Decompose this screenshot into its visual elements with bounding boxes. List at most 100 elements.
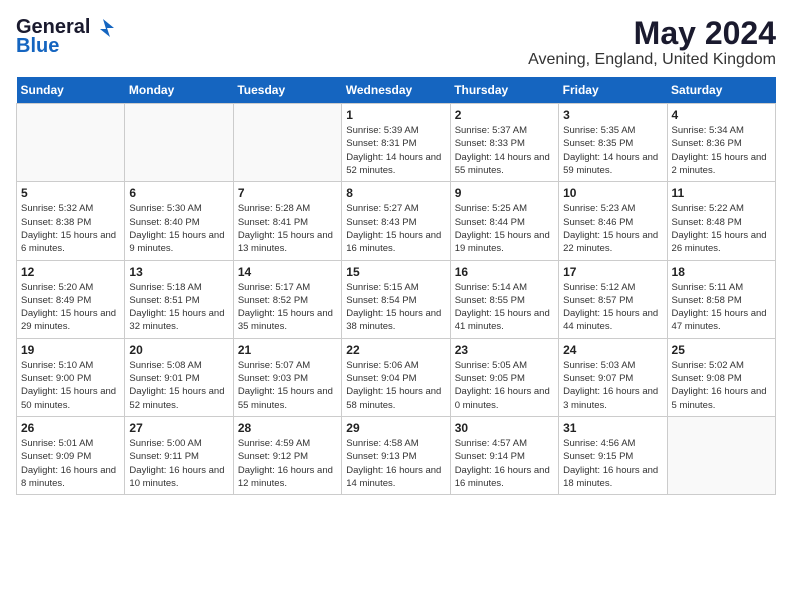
day-info: Sunrise: 5:23 AM Sunset: 8:46 PM Dayligh… [563,202,662,255]
day-number: 26 [21,421,120,435]
day-number: 25 [672,343,771,357]
day-of-week-header: Thursday [450,77,558,104]
calendar-day-cell: 15Sunrise: 5:15 AM Sunset: 8:54 PM Dayli… [342,260,450,338]
title-block: May 2024 Avening, England, United Kingdo… [528,16,776,69]
day-info: Sunrise: 4:59 AM Sunset: 9:12 PM Dayligh… [238,437,337,490]
calendar-day-cell: 27 Sunrise: 5:00 AM Sunset: 9:11 PM Dayli… [125,416,233,494]
calendar-day-cell [125,104,233,182]
day-info: Sunrise: 5:08 AM Sunset: 9:01 PM Dayligh… [129,359,228,412]
day-number: 6 [129,186,228,200]
day-of-week-header: Wednesday [342,77,450,104]
day-of-week-header: Tuesday [233,77,341,104]
calendar-day-cell: 22 Sunrise: 5:06 AM Sunset: 9:04 PM Dayli… [342,338,450,416]
day-info: Sunrise: 5:17 AM Sunset: 8:52 PM Dayligh… [238,281,337,334]
day-number: 18 [672,265,771,279]
calendar-day-cell: 9Sunrise: 5:25 AM Sunset: 8:44 PM Daylig… [450,182,558,260]
calendar-day-cell: 2Sunrise: 5:37 AM Sunset: 8:33 PM Daylig… [450,104,558,182]
day-info: Sunrise: 5:30 AM Sunset: 8:40 PM Dayligh… [129,202,228,255]
calendar-day-cell: 8 Sunrise: 5:27 AM Sunset: 8:43 PM Daylig… [342,182,450,260]
calendar-day-cell: 31Sunrise: 4:56 AM Sunset: 9:15 PM Dayli… [559,416,667,494]
day-number: 5 [21,186,120,200]
day-info: Sunrise: 5:35 AM Sunset: 8:35 PM Dayligh… [563,124,662,177]
day-number: 9 [455,186,554,200]
day-number: 23 [455,343,554,357]
calendar-day-cell: 20 Sunrise: 5:08 AM Sunset: 9:01 PM Dayli… [125,338,233,416]
day-info: Sunrise: 5:39 AM Sunset: 8:31 PM Dayligh… [346,124,445,177]
calendar-day-cell [17,104,125,182]
calendar-day-cell [233,104,341,182]
day-info: Sunrise: 4:58 AM Sunset: 9:13 PM Dayligh… [346,437,445,490]
calendar-week-row: 1 Sunrise: 5:39 AM Sunset: 8:31 PM Daylig… [17,104,776,182]
calendar-day-cell: 4 Sunrise: 5:34 AM Sunset: 8:36 PM Daylig… [667,104,775,182]
day-info: Sunrise: 5:02 AM Sunset: 9:08 PM Dayligh… [672,359,771,412]
day-info: Sunrise: 5:01 AM Sunset: 9:09 PM Dayligh… [21,437,120,490]
logo: General Blue [16,16,114,58]
calendar-day-cell [667,416,775,494]
calendar-day-cell: 24 Sunrise: 5:03 AM Sunset: 9:07 PM Dayli… [559,338,667,416]
day-info: Sunrise: 4:57 AM Sunset: 9:14 PM Dayligh… [455,437,554,490]
calendar-day-cell: 10 Sunrise: 5:23 AM Sunset: 8:46 PM Dayli… [559,182,667,260]
day-info: Sunrise: 5:03 AM Sunset: 9:07 PM Dayligh… [563,359,662,412]
day-info: Sunrise: 5:28 AM Sunset: 8:41 PM Dayligh… [238,202,337,255]
location-subtitle: Avening, England, United Kingdom [528,51,776,69]
day-number: 16 [455,265,554,279]
day-of-week-header: Monday [125,77,233,104]
calendar-day-cell: 6 Sunrise: 5:30 AM Sunset: 8:40 PM Daylig… [125,182,233,260]
calendar-table: SundayMondayTuesdayWednesdayThursdayFrid… [16,77,776,495]
day-number: 27 [129,421,228,435]
calendar-day-cell: 28 Sunrise: 4:59 AM Sunset: 9:12 PM Dayli… [233,416,341,494]
day-info: Sunrise: 5:05 AM Sunset: 9:05 PM Dayligh… [455,359,554,412]
logo-bird-icon [92,17,114,39]
calendar-week-row: 5 Sunrise: 5:32 AM Sunset: 8:38 PM Daylig… [17,182,776,260]
day-number: 22 [346,343,445,357]
day-info: Sunrise: 5:20 AM Sunset: 8:49 PM Dayligh… [21,281,120,334]
day-info: Sunrise: 5:06 AM Sunset: 9:04 PM Dayligh… [346,359,445,412]
day-number: 19 [21,343,120,357]
day-number: 21 [238,343,337,357]
calendar-week-row: 26 Sunrise: 5:01 AM Sunset: 9:09 PM Dayli… [17,416,776,494]
calendar-day-cell: 26 Sunrise: 5:01 AM Sunset: 9:09 PM Dayli… [17,416,125,494]
calendar-day-cell: 11Sunrise: 5:22 AM Sunset: 8:48 PM Dayli… [667,182,775,260]
day-number: 29 [346,421,445,435]
day-info: Sunrise: 5:32 AM Sunset: 8:38 PM Dayligh… [21,202,120,255]
day-number: 13 [129,265,228,279]
calendar-day-cell: 25 Sunrise: 5:02 AM Sunset: 9:08 PM Dayli… [667,338,775,416]
day-info: Sunrise: 5:10 AM Sunset: 9:00 PM Dayligh… [21,359,120,412]
day-info: Sunrise: 5:18 AM Sunset: 8:51 PM Dayligh… [129,281,228,334]
calendar-day-cell: 7 Sunrise: 5:28 AM Sunset: 8:41 PM Daylig… [233,182,341,260]
calendar-day-cell: 18 Sunrise: 5:11 AM Sunset: 8:58 PM Dayli… [667,260,775,338]
day-info: Sunrise: 5:27 AM Sunset: 8:43 PM Dayligh… [346,202,445,255]
day-number: 30 [455,421,554,435]
day-number: 4 [672,108,771,122]
calendar-day-cell: 1 Sunrise: 5:39 AM Sunset: 8:31 PM Daylig… [342,104,450,182]
day-number: 28 [238,421,337,435]
calendar-day-cell: 13 Sunrise: 5:18 AM Sunset: 8:51 PM Dayli… [125,260,233,338]
calendar-day-cell: 14Sunrise: 5:17 AM Sunset: 8:52 PM Dayli… [233,260,341,338]
calendar-day-cell: 29 Sunrise: 4:58 AM Sunset: 9:13 PM Dayli… [342,416,450,494]
day-info: Sunrise: 5:11 AM Sunset: 8:58 PM Dayligh… [672,281,771,334]
calendar-week-row: 19 Sunrise: 5:10 AM Sunset: 9:00 PM Dayli… [17,338,776,416]
day-info: Sunrise: 5:22 AM Sunset: 8:48 PM Dayligh… [672,202,771,255]
day-number: 20 [129,343,228,357]
day-number: 8 [346,186,445,200]
day-number: 2 [455,108,554,122]
day-info: Sunrise: 5:12 AM Sunset: 8:57 PM Dayligh… [563,281,662,334]
calendar-day-cell: 12Sunrise: 5:20 AM Sunset: 8:49 PM Dayli… [17,260,125,338]
calendar-day-cell: 3Sunrise: 5:35 AM Sunset: 8:35 PM Daylig… [559,104,667,182]
calendar-day-cell: 30 Sunrise: 4:57 AM Sunset: 9:14 PM Dayli… [450,416,558,494]
day-number: 10 [563,186,662,200]
calendar-day-cell: 5 Sunrise: 5:32 AM Sunset: 8:38 PM Daylig… [17,182,125,260]
calendar-day-cell: 19 Sunrise: 5:10 AM Sunset: 9:00 PM Dayli… [17,338,125,416]
day-info: Sunrise: 5:00 AM Sunset: 9:11 PM Dayligh… [129,437,228,490]
calendar-day-cell: 23 Sunrise: 5:05 AM Sunset: 9:05 PM Dayli… [450,338,558,416]
day-info: Sunrise: 5:07 AM Sunset: 9:03 PM Dayligh… [238,359,337,412]
day-info: Sunrise: 4:56 AM Sunset: 9:15 PM Dayligh… [563,437,662,490]
day-number: 24 [563,343,662,357]
calendar-day-cell: 21 Sunrise: 5:07 AM Sunset: 9:03 PM Dayli… [233,338,341,416]
calendar-day-cell: 16Sunrise: 5:14 AM Sunset: 8:55 PM Dayli… [450,260,558,338]
month-year-title: May 2024 [528,16,776,51]
day-number: 1 [346,108,445,122]
day-of-week-header: Saturday [667,77,775,104]
day-info: Sunrise: 5:34 AM Sunset: 8:36 PM Dayligh… [672,124,771,177]
day-number: 7 [238,186,337,200]
